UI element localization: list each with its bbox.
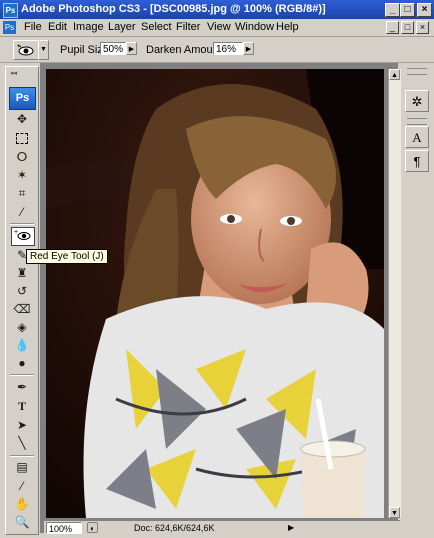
status-bar: 100% ◐ Doc: 624,6K/624,6K ▶ [44,520,400,536]
red-eye-tool-icon[interactable]: + [11,227,35,246]
document-icon[interactable]: Ps [3,21,16,34]
vertical-scrollbar[interactable]: ▲ ▼ [388,69,401,518]
pupil-size-field[interactable]: 50% [100,42,126,55]
dodge-tool-icon[interactable]: ● [13,355,31,371]
path-selection-tool-icon[interactable]: ➤ [13,417,31,433]
history-brush-tool-icon[interactable]: ↺ [13,283,31,299]
notes-tool-icon[interactable]: ▤ [13,459,31,475]
toolbox-divider [10,455,34,457]
photo-image [46,69,384,518]
red-eye-icon: + [17,44,34,56]
paragraph-panel-button[interactable]: ¶ [405,150,429,172]
menu-file[interactable]: File [24,21,42,33]
hand-tool-icon[interactable]: ✋ [13,496,31,512]
options-bar: + ▼ Pupil Size: 50% ▶ Darken Amount: 16%… [0,37,434,63]
menu-help[interactable]: Help [276,21,299,33]
magic-wand-tool-icon[interactable]: ✶ [13,167,31,183]
menu-layer[interactable]: Layer [108,21,136,33]
menu-select[interactable]: Select [141,21,172,33]
line-tool-icon[interactable]: ╲ [13,435,31,451]
darken-amount-slider-button[interactable]: ▶ [243,42,254,55]
red-eye-icon: + [14,229,31,240]
menu-image[interactable]: Image [73,21,104,33]
tool-preset-picker[interactable]: + [13,40,39,60]
menu-filter[interactable]: Filter [176,21,200,33]
pen-tool-icon[interactable]: ✒ [13,379,31,395]
eraser-tool-icon[interactable]: ⌫ [13,301,31,317]
svg-text:+: + [14,229,18,236]
paint-bucket-tool-icon[interactable]: ◈ [13,319,31,335]
doc-minimize-button[interactable]: _ [386,21,399,34]
tool-tooltip: Red Eye Tool (J) [26,249,108,264]
navigator-panel-button[interactable]: ✲ [405,90,429,112]
panel-grip[interactable] [407,118,427,125]
slice-tool-icon[interactable]: ⁄ [13,204,31,220]
eyedropper-tool-icon[interactable]: ⁄ [13,478,31,494]
ps-logo[interactable]: Ps [9,87,36,110]
menu-view[interactable]: View [207,21,231,33]
scroll-up-button[interactable]: ▲ [389,69,400,80]
pupil-size-slider-button[interactable]: ▶ [126,42,137,55]
status-menu-arrow[interactable]: ▶ [288,523,294,532]
marquee-tool-icon[interactable] [13,130,31,146]
minimize-button[interactable]: _ [385,3,400,17]
panel-dock: ✲ A ¶ [402,66,432,536]
document-info: Doc: 624,6K/624,6K [134,523,215,533]
move-tool-icon[interactable]: ✥ [13,111,31,127]
clone-stamp-tool-icon[interactable]: ♜ [13,265,31,281]
menu-window[interactable]: Window [235,21,274,33]
menu-bar: Ps File Edit Image Layer Select Filter V… [0,19,434,37]
toolbox-divider [10,223,34,225]
maximize-button[interactable]: □ [400,3,415,17]
close-button[interactable]: × [417,3,432,17]
doc-close-button[interactable]: × [416,21,429,34]
toolbox: ◂◂ Ps ✥ ⵔ ✶ ⌗ ⁄ + ✎ ♜ ↺ ⌫ ◈ 💧 ● ✒ T ➤ ╲ … [5,66,39,535]
navigator-icon: ✲ [411,94,423,109]
lasso-tool-icon[interactable]: ⵔ [13,149,31,165]
window-title: Adobe Photoshop CS3 - [DSC00985.jpg @ 10… [21,3,326,15]
chevron-down-icon[interactable]: ▼ [38,40,49,60]
document-status-icon[interactable]: ◐ [87,522,98,533]
zoom-tool-icon[interactable]: 🔍 [13,514,31,530]
blur-tool-icon[interactable]: 💧 [13,337,31,353]
app-icon[interactable]: Ps [3,3,18,18]
scroll-down-button[interactable]: ▼ [389,507,400,518]
character-panel-button[interactable]: A [405,126,429,148]
title-bar: Ps Adobe Photoshop CS3 - [DSC00985.jpg @… [0,0,434,19]
crop-tool-icon[interactable]: ⌗ [13,185,31,201]
menu-edit[interactable]: Edit [48,21,67,33]
zoom-level-field[interactable]: 100% [46,522,82,534]
document-canvas[interactable] [46,69,384,518]
type-tool-icon[interactable]: T [13,398,31,414]
doc-restore-button[interactable]: □ [401,21,414,34]
darken-amount-field[interactable]: 16% [213,42,243,55]
toolbox-divider [10,374,34,376]
svg-text:+: + [17,44,21,50]
panel-grip[interactable] [407,68,427,75]
toolbox-grip[interactable]: ◂◂ [10,69,17,77]
